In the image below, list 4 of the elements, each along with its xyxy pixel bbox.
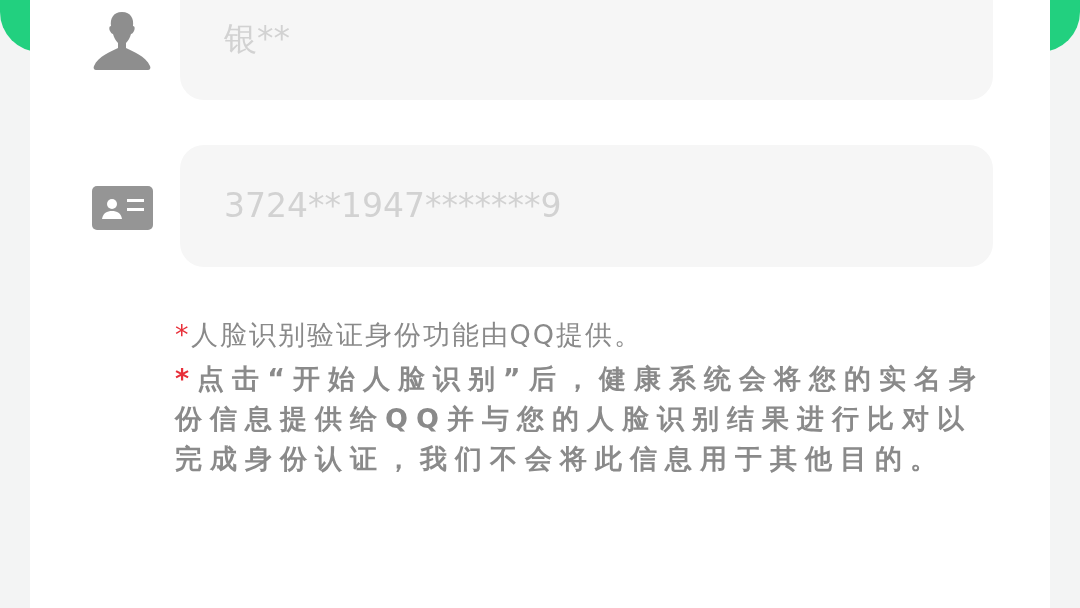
notice-text: *点击“开始人脸识别”后，健康系统会将您的实名身份信息提供给QQ并与您的人脸识别结果进行比对以完成身份认证，我们不会将此信息用于其他目的。 — [175, 362, 985, 476]
notice-text: *人脸识别验证身份功能由QQ提供。 — [175, 318, 644, 352]
id-card-icon — [92, 186, 153, 230]
person-icon — [92, 12, 152, 70]
